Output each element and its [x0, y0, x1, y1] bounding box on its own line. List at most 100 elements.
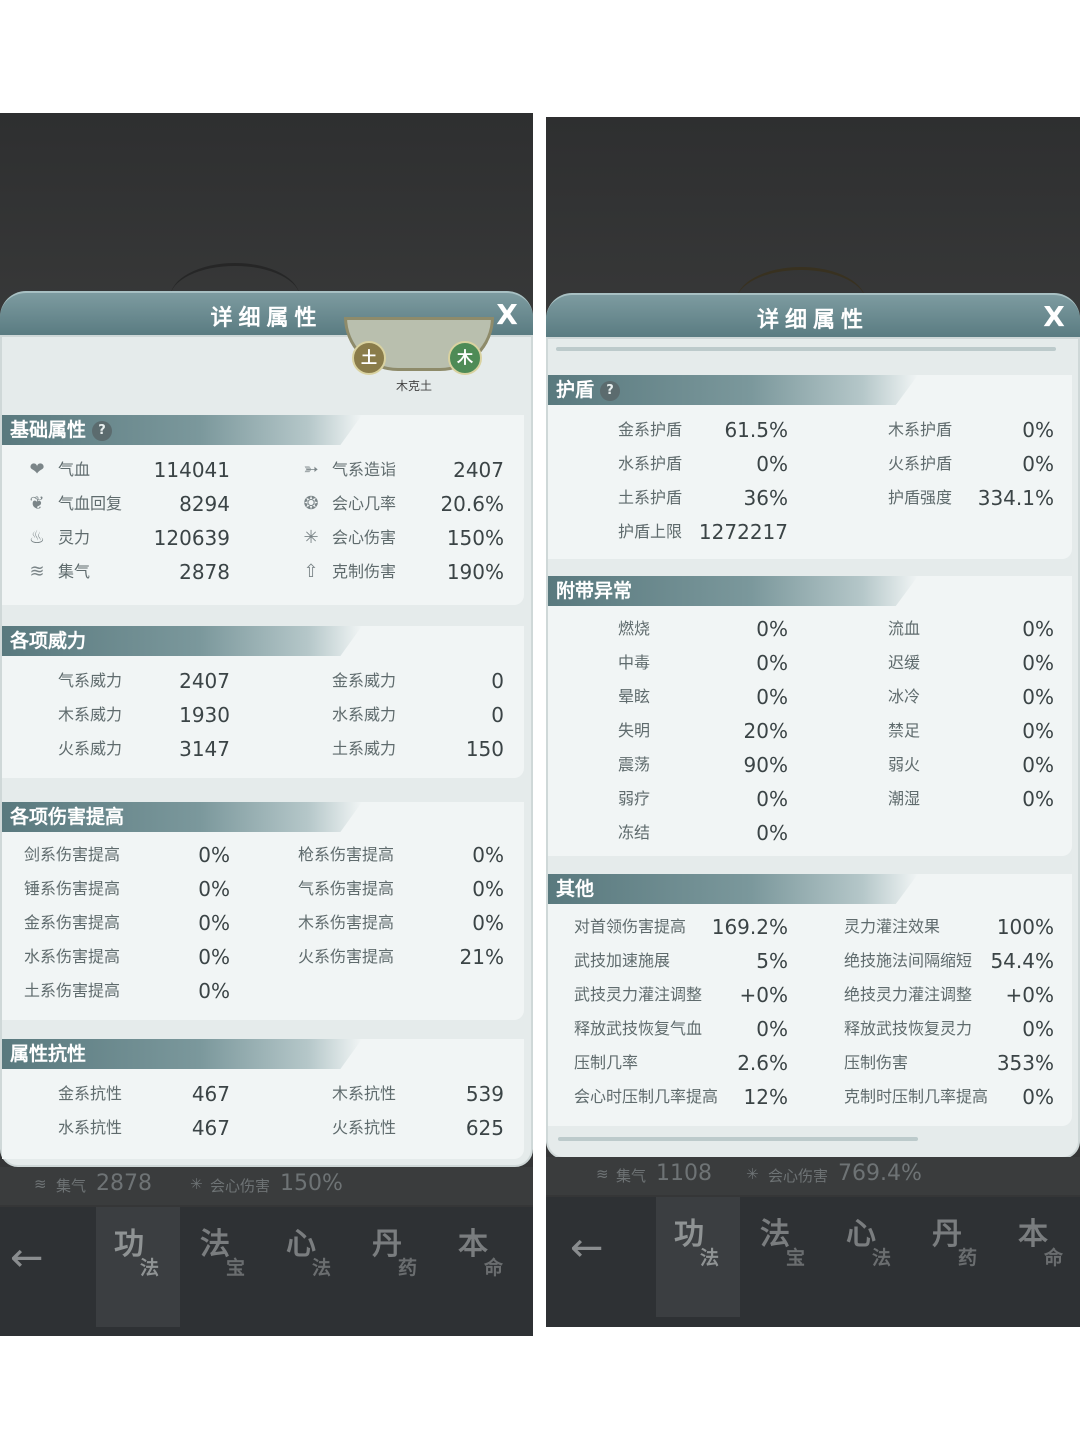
attribute-row: 土系伤害提高 0%: [2, 976, 524, 1006]
stat-label: 克制伤害: [332, 562, 397, 581]
stat-label: 金系护盾: [618, 420, 683, 439]
stat-value: 0%: [756, 1017, 788, 1041]
strip-label: 会心伤害: [768, 1167, 829, 1185]
attributes-panel[interactable]: 护盾? 金系护盾 61.5% 木系护盾 0% 水系护盾 0% 火系护盾 0% 土系护盾 36% 护盾…: [546, 337, 1080, 1159]
nav-tab-0[interactable]: 功法: [96, 1207, 180, 1327]
help-icon[interactable]: ?: [92, 421, 113, 441]
stat-label: 气系造诣: [332, 460, 397, 479]
nav-tab-subglyph: 法: [312, 1257, 332, 1279]
stat-value: 353%: [996, 1051, 1054, 1075]
stat-value: 2407: [453, 458, 504, 482]
stat-label: 冰冷: [888, 687, 921, 706]
stat-value: 1930: [179, 703, 230, 727]
back-arrow-icon[interactable]: ←: [10, 1235, 44, 1281]
attribute-row: 水系伤害提高 0% 火系伤害提高 21%: [2, 942, 524, 972]
nav-tab-1[interactable]: 法宝: [742, 1197, 826, 1317]
attribute-row: 剑系伤害提高 0% 枪系伤害提高 0%: [2, 840, 524, 870]
spirit-flame-icon: ♨: [28, 527, 46, 548]
section-power: 各项威力 气系威力 2407 金系威力 0 木系威力 1930 水系威力 0 火系威力 3147 土…: [2, 626, 524, 778]
heart-icon: ❤: [29, 459, 45, 480]
stat-value: 3147: [179, 737, 230, 761]
attribute-row: 水系护盾 0% 火系护盾 0%: [548, 449, 1072, 479]
stat-label: 弱疗: [618, 789, 651, 808]
strip-label: 会心伤害: [210, 1177, 271, 1195]
stat-label: 气血回复: [58, 494, 123, 513]
nav-tab-subglyph: 宝: [226, 1257, 246, 1279]
stat-value: 90%: [743, 753, 788, 777]
attribute-row: 金系伤害提高 0% 木系伤害提高 0%: [2, 908, 524, 938]
stat-label: 水系威力: [332, 705, 397, 724]
attributes-panel[interactable]: 土 木 木克土 基础属性? ❤ 气血 114041 ➳ 气系造诣 2407 ❦ 气血回复 829…: [0, 317, 533, 1167]
stat-value: 0%: [198, 877, 230, 901]
stat-label: 木系抗性: [332, 1084, 397, 1103]
nav-tab-subglyph: 法: [140, 1257, 160, 1279]
stat-label: 枪系伤害提高: [298, 845, 395, 864]
stat-label: 土系伤害提高: [24, 981, 121, 1000]
stat-value: 114041: [153, 458, 230, 482]
section-header: 各项伤害提高: [2, 802, 362, 832]
stat-value: 169.2%: [711, 915, 788, 939]
attribute-row: 晕眩 0% 冰冷 0%: [548, 682, 1072, 712]
stat-label: 水系护盾: [618, 454, 683, 473]
stat-label: 金系威力: [332, 671, 397, 690]
left-screenshot: 99 灵 详细属性 X 土 木 木克土 基础属性? ❤气血114041➳气系造诣…: [0, 113, 533, 1336]
stat-label: 中毒: [618, 653, 651, 672]
nav-tab-2[interactable]: 心法: [828, 1197, 912, 1317]
nav-tab-0[interactable]: 功法: [656, 1197, 740, 1317]
nav-tab-1[interactable]: 法宝: [182, 1207, 266, 1327]
close-button[interactable]: X: [1038, 300, 1070, 334]
back-arrow-icon[interactable]: ←: [570, 1225, 604, 1271]
attribute-row: 水系抗性 467 火系抗性 625: [2, 1113, 524, 1143]
attribute-row: 护盾上限 1272217: [548, 517, 1072, 547]
stat-label: 剑系伤害提高: [24, 845, 121, 864]
attribute-row: 锤系伤害提高 0% 气系伤害提高 0%: [2, 874, 524, 904]
section-status-effects: 附带异常 燃烧 0% 流血 0% 中毒 0% 迟缓 0% 晕眩 0% 冰冷 0% 失明 20% 禁足 0% 震荡…: [548, 576, 1072, 856]
stat-value: 625: [465, 1116, 504, 1140]
strip-value: 2878: [96, 1171, 152, 1196]
stat-value: 0%: [198, 945, 230, 969]
stat-value: 2878: [179, 560, 230, 584]
section-damage-boost: 各项伤害提高 剑系伤害提高 0% 枪系伤害提高 0% 锤系伤害提高 0% 气系伤害提高 0% 金…: [2, 802, 524, 1020]
strip-value: 769.4%: [838, 1161, 922, 1186]
nav-tab-4[interactable]: 本命: [1000, 1197, 1080, 1317]
stat-label: 火系抗性: [332, 1118, 397, 1137]
stat-value: 0%: [1022, 651, 1054, 675]
stat-label: 木系威力: [58, 705, 123, 724]
stat-value: 0%: [756, 651, 788, 675]
heart-regen-icon: ❦: [29, 493, 45, 514]
scroll-top-divider: [556, 347, 1056, 351]
attribute-row: 气系威力 2407 金系威力 0: [2, 666, 524, 696]
stat-label: 灵力: [58, 528, 91, 547]
stat-label: 火系威力: [58, 739, 123, 758]
stat-value: 150%: [446, 526, 504, 550]
attribute-row: 武技灵力灌注调整 +0% 绝技灵力灌注调整 +0%: [548, 980, 1072, 1010]
attribute-row: 燃烧 0% 流血 0%: [548, 614, 1072, 644]
section-other: 其他 对首领伤害提高 169.2% 灵力灌注效果 100% 武技加速施展 5% 绝技施法间隔…: [548, 874, 1072, 1126]
nav-tab-subglyph: 药: [398, 1257, 418, 1279]
bottom-stat-strip: ≋ 集气 1108 ✳ 会心伤害 769.4%: [546, 1157, 1080, 1195]
stat-value: 150: [465, 737, 504, 761]
attribute-row: 会心时压制几率提高 12% 克制时压制几率提高 0%: [548, 1082, 1072, 1112]
nav-tab-3[interactable]: 丹药: [354, 1207, 438, 1327]
help-icon[interactable]: ?: [600, 381, 621, 401]
bottom-stat-strip: ≋ 集气 2878 ✳ 会心伤害 150%: [0, 1167, 533, 1205]
nav-tab-2[interactable]: 心法: [268, 1207, 352, 1327]
attribute-row: 金系护盾 61.5% 木系护盾 0%: [548, 415, 1072, 445]
nav-tab-4[interactable]: 本命: [440, 1207, 524, 1327]
stat-label: 气血: [58, 460, 91, 479]
nav-tab-3[interactable]: 丹药: [914, 1197, 998, 1317]
stat-label: 土系威力: [332, 739, 397, 758]
stat-value: 0%: [756, 452, 788, 476]
stat-label: 气系威力: [58, 671, 123, 690]
stat-value: 5%: [756, 949, 788, 973]
close-button[interactable]: X: [491, 298, 523, 332]
attribute-row: 火系威力 3147 土系威力 150: [2, 734, 524, 764]
stat-label: 克制时压制几率提高: [844, 1087, 989, 1106]
stat-label: 会心几率: [332, 494, 397, 513]
section-header: 基础属性?: [2, 415, 362, 445]
stat-value: 0%: [1022, 418, 1054, 442]
stat-label: 武技灵力灌注调整: [574, 985, 703, 1004]
section-header: 其他: [548, 874, 918, 904]
stat-label: 武技加速施展: [574, 951, 671, 970]
nav-tab-subglyph: 法: [700, 1247, 720, 1269]
